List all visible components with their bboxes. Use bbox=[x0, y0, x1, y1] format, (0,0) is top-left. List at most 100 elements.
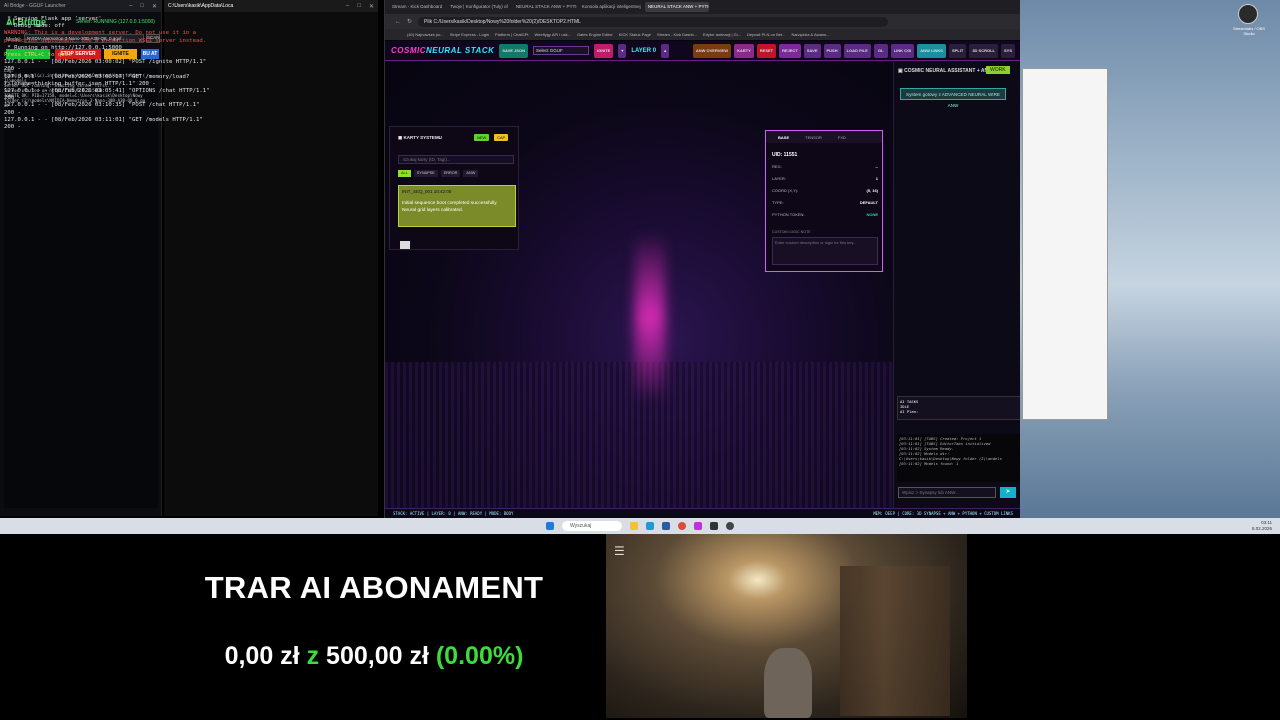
inspector-tab[interactable]: BASE bbox=[778, 135, 789, 140]
layer-down-button[interactable]: ▾ bbox=[618, 43, 627, 58]
edge-icon[interactable] bbox=[646, 522, 654, 530]
save-json-button[interactable]: SAVE JSON bbox=[499, 43, 528, 58]
toolbar-button[interactable]: SYS bbox=[1000, 43, 1015, 58]
terminal-line: WARNING: This is a development server. D… bbox=[4, 30, 207, 44]
app-logo: COSMICNEURAL STACK bbox=[391, 46, 495, 55]
goal-of: z bbox=[306, 642, 320, 670]
minimize-icon[interactable]: – bbox=[346, 3, 349, 10]
inspector-key: TYPE: bbox=[772, 200, 784, 205]
bookmark-item[interactable]: Deposit PLN on Bet... bbox=[747, 32, 785, 37]
inspector-tab[interactable]: FXD bbox=[838, 135, 846, 140]
browser-tab[interactable]: Stream - Kick Dashboard bbox=[389, 2, 445, 12]
status-right: MEM: DEEP | CORE: 3D SYNAPSE + ANW + PYT… bbox=[873, 511, 1013, 516]
browser-tab[interactable]: NEURAL STACK ANW + PYTHON bbox=[644, 2, 709, 12]
terminal-tab[interactable]: C:\Users\kasik\AppData\Loca bbox=[168, 3, 233, 9]
send-button[interactable]: ➤ bbox=[1000, 487, 1016, 498]
assistant-input[interactable]: Wpisz > Synapsy lub ANW... bbox=[898, 487, 996, 498]
card-text: Initial sequence boot completed successf… bbox=[402, 201, 498, 213]
gguf-select[interactable]: Select GGUF bbox=[532, 46, 589, 55]
bookmark-item[interactable]: Narzędzia & Awans... bbox=[791, 32, 829, 37]
browser-window: Stream - Kick Dashboard Twoje | Konfigura… bbox=[384, 0, 1021, 518]
work-badge[interactable]: WORK bbox=[986, 66, 1010, 74]
note-textarea[interactable]: Enter custom description or logic for th… bbox=[772, 237, 878, 265]
toolbar-button[interactable]: LOAD FILE bbox=[843, 43, 871, 58]
layer-indicator: LAYER 0 bbox=[631, 47, 657, 54]
toolbar-button[interactable]: RESET bbox=[756, 43, 777, 58]
inspector-key: COORD (X,Y): bbox=[772, 188, 799, 193]
cards-search-input[interactable]: Szukaj karty (ID, Tagi)... bbox=[398, 155, 514, 164]
close-icon[interactable]: ✕ bbox=[152, 3, 157, 10]
inspector-uid: UID: 11551 bbox=[772, 152, 798, 158]
webcam-person bbox=[764, 648, 812, 718]
toolbar-button[interactable]: SAVE bbox=[803, 43, 821, 58]
toolbar-button[interactable]: 3D SCROLL bbox=[969, 43, 998, 58]
inspector-row: COORD (X,Y): (5, 16) bbox=[772, 188, 878, 193]
inspector-value: DEFAULT bbox=[859, 200, 878, 205]
terminal-icon[interactable] bbox=[710, 522, 718, 530]
cap-button[interactable]: CAP bbox=[494, 134, 509, 141]
bookmark-item[interactable]: Stream - Kick Dashb... bbox=[657, 32, 697, 37]
app-icon[interactable] bbox=[694, 522, 702, 530]
toolbar-button[interactable]: GL bbox=[873, 43, 888, 58]
toolbar-button[interactable]: REJECT bbox=[779, 43, 801, 58]
chrome-icon[interactable] bbox=[678, 522, 686, 530]
browser-tab[interactable]: NEURAL STACK ANW + PYTHON bbox=[513, 2, 577, 12]
inspector-row: PYTHON TOKEN: NONE bbox=[772, 212, 878, 217]
bookmark-item[interactable]: Gates Engine Editor bbox=[577, 32, 613, 37]
terminal-line: 127.0.0.1 - - [08/Feb/2026 03:00:02] "PO… bbox=[4, 59, 210, 73]
bookmark-item[interactable]: Platform | ChatGPt bbox=[495, 32, 529, 37]
toolbar-button[interactable]: PUSH bbox=[823, 43, 841, 58]
card-filter[interactable]: ERROR bbox=[440, 170, 461, 177]
terminal-line: * Debug mode: off bbox=[4, 23, 65, 30]
note-label: CUSTOM LOGIC NOTE bbox=[772, 230, 811, 234]
inspector-tab[interactable]: TENSOR bbox=[805, 135, 822, 140]
ai-bridge-window-title: AI Bridge - GGUF Launcher bbox=[4, 3, 66, 9]
browser-tabs: Stream - Kick Dashboard Twoje | Konfigura… bbox=[385, 0, 1021, 14]
ai-tasks: AI TASKS IDLE AI Plan: bbox=[897, 396, 1021, 420]
cards-title: ▣ KARTY SYSTEMU bbox=[398, 135, 442, 140]
card-filter[interactable]: SYNAPSE bbox=[413, 170, 438, 177]
toolbar-button[interactable]: ANW OVERVIEW bbox=[692, 43, 731, 58]
browser-tab[interactable]: Twoje | Konfigurator (Tuly) of bbox=[447, 2, 511, 12]
neural-3d-canvas[interactable]: ▣ KARTY SYSTEMU NEW CAP Szukaj karty (ID… bbox=[385, 62, 893, 508]
background-window[interactable] bbox=[1022, 68, 1108, 420]
toolbar-button[interactable]: ANW LINKS bbox=[917, 43, 946, 58]
bookmark-item[interactable]: Edytor animacji | Gi... bbox=[703, 32, 741, 37]
close-icon[interactable]: ✕ bbox=[369, 3, 374, 10]
back-icon[interactable]: ← bbox=[395, 19, 401, 25]
url-input[interactable]: Plik C:/Users/kasik/Desktop/Nowy%20folde… bbox=[418, 16, 889, 27]
add-card-icon[interactable] bbox=[400, 241, 410, 249]
card-filter[interactable]: ANW bbox=[463, 170, 479, 177]
store-icon[interactable] bbox=[662, 522, 670, 530]
maximize-icon[interactable]: □ bbox=[357, 3, 361, 10]
maximize-icon[interactable]: □ bbox=[140, 3, 144, 10]
browser-tab[interactable]: Konsola aplikacji inteligentnej bbox=[579, 2, 643, 12]
terminal-line: * Serving Flask app 'server' bbox=[4, 16, 102, 22]
toolbar-button[interactable]: KARTY bbox=[733, 43, 754, 58]
bookmark-item[interactable]: KICK Status Page bbox=[619, 32, 651, 37]
toolbar-button[interactable]: SPLIT bbox=[948, 43, 967, 58]
layer-up-button[interactable]: ▴ bbox=[661, 43, 670, 58]
inspector-row: REG: -- bbox=[772, 164, 878, 169]
hamburger-menu-icon[interactable]: ☰ bbox=[614, 544, 625, 558]
card-id: INIT_SEQ_001 10:42:05 bbox=[402, 189, 452, 194]
minimize-icon[interactable]: – bbox=[129, 3, 132, 10]
file-explorer-icon[interactable] bbox=[630, 522, 638, 530]
obs-icon[interactable] bbox=[1238, 4, 1258, 24]
system-card[interactable]: INIT_SEQ_001 10:42:05 Initial sequence b… bbox=[398, 185, 516, 227]
reload-icon[interactable]: ↻ bbox=[407, 18, 412, 25]
status-left: STACK: ACTIVE | LAYER: 0 | ANW: READY | … bbox=[393, 511, 514, 516]
new-card-button[interactable]: NEW bbox=[474, 134, 490, 141]
bookmark-item[interactable]: Weeflygy API i usk... bbox=[535, 32, 571, 37]
taskbar-search[interactable]: Wyszukaj bbox=[562, 521, 622, 531]
card-filter[interactable]: ALL bbox=[398, 170, 411, 177]
taskbar-clock[interactable]: 03:11 8.02.2026 bbox=[1252, 520, 1272, 532]
windows-start-icon[interactable] bbox=[546, 522, 554, 530]
toolbar-button[interactable]: LINK CGI bbox=[890, 43, 915, 58]
cards-panel: ▣ KARTY SYSTEMU NEW CAP Szukaj karty (ID… bbox=[389, 126, 519, 250]
bookmark-item[interactable]: Stripe Express - Login bbox=[450, 32, 489, 37]
inspector-row: TYPE: DEFAULT bbox=[772, 200, 878, 205]
obs-taskbar-icon[interactable] bbox=[726, 522, 734, 530]
bookmark-item[interactable]: (40) Najnowsze po... bbox=[407, 32, 444, 37]
ignite-button[interactable]: IGNITE bbox=[593, 43, 614, 58]
